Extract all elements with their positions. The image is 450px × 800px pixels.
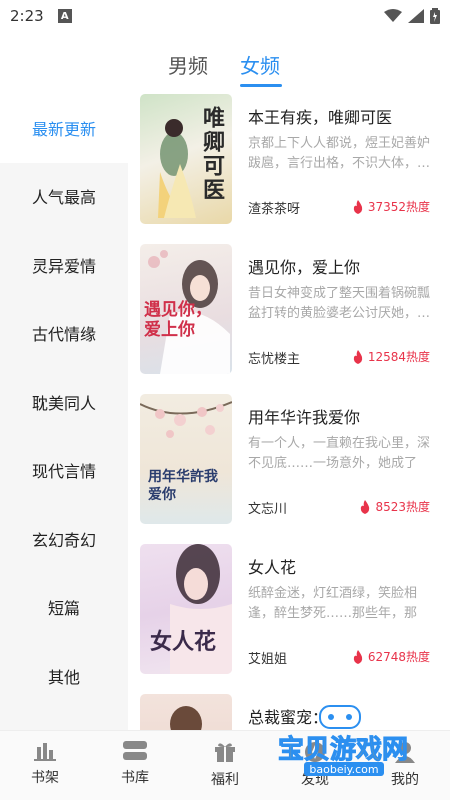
watermark-title: 宝贝游戏网 bbox=[278, 734, 408, 765]
book-cover: 用年华許我爱你 bbox=[140, 394, 232, 524]
flame-icon bbox=[353, 649, 362, 664]
book-cover bbox=[140, 694, 232, 730]
notification-icon: A bbox=[57, 9, 72, 23]
heat-value: 12584热度 bbox=[367, 350, 430, 364]
book-heat: 8523热度 bbox=[359, 498, 430, 515]
signal-icon bbox=[408, 9, 424, 23]
watermark-url: baobeiy.com bbox=[309, 763, 378, 776]
book-title: 本王有疾，唯卿可医 bbox=[248, 108, 393, 127]
book-list: 唯卿可医 本王有疾，唯卿可医 京都上下人人都说，煜王妃善妒跋扈，言行出格，不识大… bbox=[128, 90, 450, 730]
nav-label: 福利 bbox=[211, 772, 239, 788]
sidebar-item-fantasy[interactable]: 玄幻奇幻 bbox=[0, 506, 128, 572]
book-description: 京都上下人人都说，煜王妃善妒跋扈，言行出格，不识大体，… bbox=[248, 136, 431, 171]
watermark-logo: 宝贝游戏网 baobeiy.com bbox=[278, 705, 409, 776]
nav-bookshelf[interactable]: 书架 bbox=[0, 731, 90, 800]
flame-icon bbox=[361, 499, 370, 514]
book-heat: 62748热度 bbox=[352, 648, 430, 665]
flame-icon bbox=[353, 349, 362, 364]
bookshelf-icon bbox=[34, 743, 56, 761]
cover-title: 遇见你，爱上你 bbox=[144, 300, 212, 340]
heat-value: 8523热度 bbox=[375, 500, 430, 514]
book-item[interactable]: 唯卿可医 本王有疾，唯卿可医 京都上下人人都说，煜王妃善妒跋扈，言行出格，不识大… bbox=[128, 90, 450, 230]
book-description: 昔日女神变成了整天围着锅碗瓢盆打转的黄脸婆老公讨厌她，… bbox=[248, 286, 431, 321]
nav-label: 书库 bbox=[121, 770, 149, 786]
book-heat: 12584热度 bbox=[352, 348, 430, 365]
library-icon bbox=[123, 741, 147, 760]
book-author: 渣茶茶呀 bbox=[248, 202, 301, 217]
sidebar-item-ancient-romance[interactable]: 古代情缘 bbox=[0, 300, 128, 366]
nav-label: 书架 bbox=[31, 770, 59, 786]
cover-illustration bbox=[140, 401, 232, 438]
book-author: 文忘川 bbox=[248, 502, 288, 517]
book-item[interactable]: 用年华許我爱你 用年华许我爱你 有一个人，一直赖在我心里，深不见底……一场意外，… bbox=[128, 390, 450, 530]
sidebar-item-short[interactable]: 短篇 bbox=[0, 574, 128, 640]
top-tab-bar: 男频 女频 bbox=[130, 40, 450, 90]
book-item[interactable]: 女人花 女人花 纸醉金迷，灯红酒绿，笑脸相逢，醉生梦死……那些年，那一… 艾姐姐… bbox=[128, 540, 450, 680]
book-title: 女人花 bbox=[248, 558, 297, 577]
wifi-icon bbox=[384, 9, 402, 22]
tab-indicator bbox=[240, 84, 282, 87]
cover-illustration bbox=[170, 706, 202, 730]
sidebar-item-supernatural-romance[interactable]: 灵异爱情 bbox=[0, 232, 128, 298]
sidebar-item-popular[interactable]: 人气最高 bbox=[0, 163, 128, 229]
book-item[interactable]: 遇见你，爱上你 遇见你，爱上你 昔日女神变成了整天围着锅碗瓢盆打转的黄脸婆老公讨… bbox=[128, 240, 450, 380]
watermark: 宝贝游戏网 baobeiy.com bbox=[268, 700, 438, 780]
cover-title: 用年华許我爱你 bbox=[148, 469, 218, 503]
book-cover: 唯卿可医 bbox=[140, 94, 232, 224]
flame-icon bbox=[353, 199, 362, 214]
book-title: 遇见你，爱上你 bbox=[248, 258, 361, 277]
sidebar-item-danmei[interactable]: 耽美同人 bbox=[0, 369, 128, 435]
book-description: 有一个人，一直赖在我心里，深不见底……一场意外，她成了他… bbox=[248, 436, 431, 471]
book-heat: 37352热度 bbox=[352, 198, 430, 215]
heat-value: 37352热度 bbox=[367, 200, 430, 214]
sidebar-item-other[interactable]: 其他 bbox=[0, 643, 128, 709]
nav-library[interactable]: 书库 bbox=[90, 731, 180, 800]
heat-value: 62748热度 bbox=[367, 650, 430, 664]
sidebar-item-latest[interactable]: 最新更新 bbox=[0, 95, 128, 161]
category-sidebar: 最新更新 人气最高 灵异爱情 古代情缘 耽美同人 现代言情 玄幻奇幻 短篇 其他 bbox=[0, 95, 128, 730]
cover-title: 唯卿可医 bbox=[199, 106, 225, 202]
status-icons bbox=[384, 8, 440, 24]
nav-welfare[interactable]: 福利 bbox=[180, 731, 270, 800]
battery-icon bbox=[430, 8, 440, 24]
status-bar: 2:23 A bbox=[0, 0, 450, 32]
book-author: 艾姐姐 bbox=[248, 652, 288, 667]
book-title: 用年华许我爱你 bbox=[248, 408, 361, 427]
book-cover: 遇见你，爱上你 bbox=[140, 244, 232, 374]
book-cover: 女人花 bbox=[140, 544, 232, 674]
book-description: 纸醉金迷，灯红酒绿，笑脸相逢，醉生梦死……那些年，那一… bbox=[248, 586, 418, 621]
status-time: 2:23 bbox=[10, 7, 44, 25]
sidebar-item-modern-romance[interactable]: 现代言情 bbox=[0, 437, 128, 503]
tab-female[interactable]: 女频 bbox=[240, 50, 280, 79]
cover-title: 女人花 bbox=[150, 629, 217, 655]
book-author: 忘忧楼主 bbox=[248, 352, 301, 367]
tab-male[interactable]: 男频 bbox=[168, 50, 208, 79]
gift-icon bbox=[215, 743, 235, 762]
